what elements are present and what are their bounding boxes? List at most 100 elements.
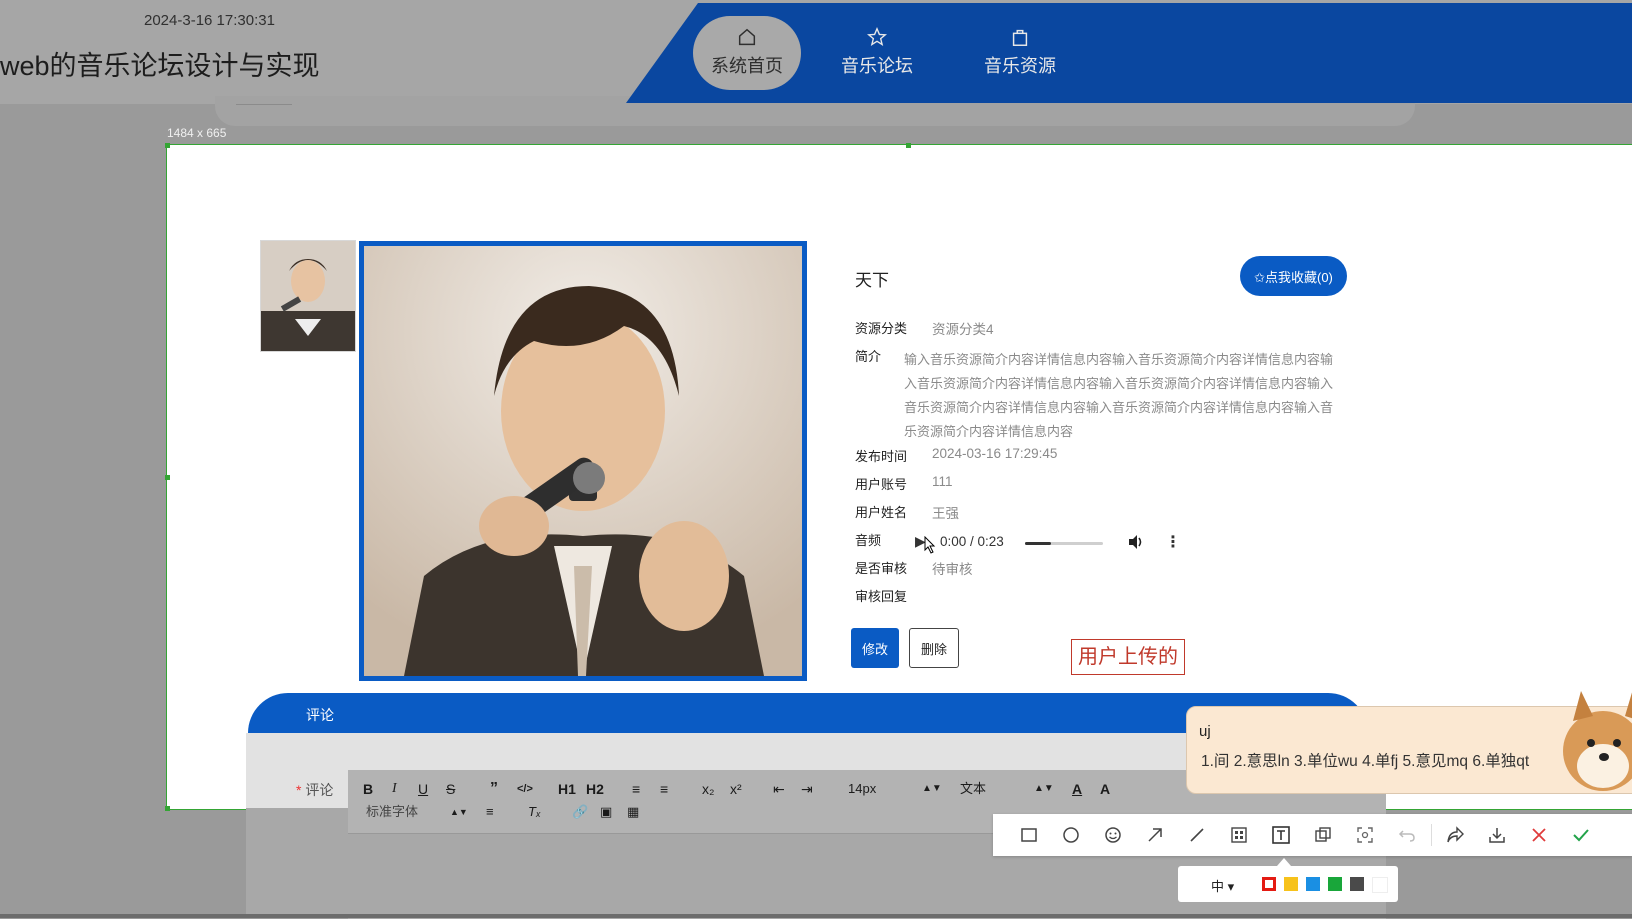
- audio-progress-fill: [1025, 542, 1051, 545]
- nav-item-resources[interactable]: 音乐资源: [966, 16, 1074, 90]
- select-arrows-icon: ▲▼: [450, 807, 468, 817]
- ime-candidates[interactable]: 1.间 2.意思ln 3.单位wu 4.单fj 5.意见mq 6.单独qt: [1201, 749, 1529, 771]
- star-icon: [866, 26, 888, 47]
- italic-icon[interactable]: I: [392, 780, 397, 798]
- resize-handle[interactable]: [165, 475, 170, 480]
- resize-handle[interactable]: [165, 143, 170, 148]
- color-swatch[interactable]: [1328, 877, 1342, 891]
- category-label: 资源分类: [855, 321, 908, 336]
- sticker-tool-icon[interactable]: [1313, 825, 1333, 845]
- ime-candidate-popup: uj 1.间 2.意思ln 3.单位wu 4.单fj 5.意见mq 6.单独qt…: [1186, 691, 1632, 794]
- publish-time-value: 2024-03-16 17:29:45: [932, 446, 1058, 461]
- publish-time-label: 发布时间: [855, 449, 908, 464]
- header-divider: [236, 104, 292, 105]
- color-swatch[interactable]: [1306, 877, 1320, 891]
- audio-progress-slider[interactable]: [1025, 542, 1103, 545]
- user-name-label: 用户姓名: [855, 505, 908, 520]
- intro-label: 简介: [855, 349, 882, 364]
- bold-icon[interactable]: B: [363, 780, 373, 798]
- review-status-label: 是否审核: [855, 561, 908, 576]
- strikethrough-icon[interactable]: S: [446, 780, 455, 798]
- delete-button[interactable]: 删除: [909, 628, 959, 668]
- indent-icon[interactable]: ⇥: [801, 780, 813, 798]
- more-options-icon[interactable]: ⋮: [1165, 532, 1181, 552]
- text-tool-icon[interactable]: [1271, 825, 1291, 845]
- align-icon[interactable]: ≡: [486, 803, 494, 821]
- user-name-value: 王强: [932, 506, 959, 521]
- underline-icon[interactable]: U: [418, 780, 428, 798]
- mosaic-tool-icon[interactable]: [1229, 825, 1249, 845]
- volume-icon[interactable]: [1127, 534, 1145, 550]
- review-status-value: 待审核: [932, 562, 973, 577]
- resize-handle[interactable]: [165, 806, 170, 811]
- code-icon[interactable]: </>: [517, 780, 533, 798]
- nav-item-forum[interactable]: 音乐论坛: [823, 16, 931, 90]
- resize-handle[interactable]: [906, 143, 911, 148]
- color-swatch[interactable]: [1350, 877, 1364, 891]
- outdent-icon[interactable]: ⇤: [773, 780, 785, 798]
- thumbnail-image[interactable]: [260, 240, 356, 352]
- link-icon[interactable]: 🔗: [572, 803, 588, 821]
- color-swatch[interactable]: [1262, 877, 1276, 891]
- image-icon[interactable]: ▣: [600, 803, 612, 821]
- subscript-icon[interactable]: x₂: [702, 780, 714, 798]
- size-select[interactable]: 中 ▾: [1211, 876, 1234, 895]
- nav-item-home[interactable]: 系统首页: [693, 16, 801, 90]
- emoji-tool-icon[interactable]: [1103, 825, 1123, 845]
- font-size-select[interactable]: 14px: [848, 780, 876, 798]
- audio-label: 音频: [855, 533, 882, 548]
- mouse-cursor-icon: [924, 536, 936, 554]
- nav-label-resources: 音乐资源: [984, 56, 1056, 76]
- confirm-check-icon[interactable]: [1571, 825, 1591, 845]
- favorite-button[interactable]: ✩点我收藏(0): [1240, 256, 1347, 296]
- intro-value: 输入音乐资源简介内容详情信息内容输入音乐资源简介内容详情信息内容输入音乐资源简介…: [904, 352, 1334, 439]
- download-icon[interactable]: [1487, 825, 1507, 845]
- background-color-icon[interactable]: A: [1100, 780, 1110, 798]
- home-icon: [738, 28, 756, 46]
- audio-time: 0:00 / 0:23: [940, 534, 1004, 549]
- close-icon[interactable]: [1529, 825, 1549, 845]
- font-family-select[interactable]: 标准字体: [366, 803, 418, 821]
- audio-player: ▶ 0:00 / 0:23 ⋮: [915, 532, 1185, 554]
- screenshot-subtoolbar: 中 ▾: [1178, 866, 1398, 902]
- shiba-dog-image: [1563, 691, 1632, 791]
- undo-icon[interactable]: [1397, 825, 1417, 845]
- clear-format-icon[interactable]: Tₓ: [528, 803, 541, 821]
- arrow-tool-icon[interactable]: [1145, 825, 1165, 845]
- block-type-select[interactable]: 文本: [960, 780, 986, 798]
- select-arrows-icon: ▲▼: [922, 783, 942, 794]
- bullet-list-icon[interactable]: ≡: [660, 780, 668, 798]
- ime-input-text: uj: [1199, 723, 1211, 740]
- font-color-icon[interactable]: A: [1072, 780, 1082, 798]
- superscript-icon[interactable]: x²: [730, 780, 742, 798]
- annotation-textbox[interactable]: 用户上传的: [1071, 639, 1185, 675]
- comment-field-label: * 评论: [296, 782, 334, 798]
- select-arrows-icon: ▲▼: [1034, 783, 1054, 794]
- subtool-pointer: [1277, 858, 1291, 866]
- screenshot-toolbar: [993, 814, 1632, 856]
- ocr-tool-icon[interactable]: [1355, 825, 1375, 845]
- video-icon[interactable]: ▦: [627, 803, 639, 821]
- ellipse-tool-icon[interactable]: [1061, 825, 1081, 845]
- edit-button[interactable]: 修改: [851, 628, 899, 668]
- color-swatch[interactable]: [1284, 877, 1298, 891]
- category-value: 资源分类4: [932, 322, 994, 337]
- blockquote-icon[interactable]: ”: [490, 780, 498, 798]
- pen-tool-icon[interactable]: [1187, 825, 1207, 845]
- share-icon[interactable]: [1445, 825, 1465, 845]
- bag-icon: [1012, 29, 1028, 46]
- nav-label-forum: 音乐论坛: [841, 56, 913, 76]
- comment-header-title: 评论: [306, 707, 334, 723]
- review-reply-label: 审核回复: [855, 589, 908, 604]
- toolbar-divider: [1431, 824, 1432, 846]
- account-label: 用户账号: [855, 477, 908, 492]
- rectangle-tool-icon[interactable]: [1019, 825, 1039, 845]
- heading2-button[interactable]: H2: [586, 780, 604, 798]
- site-title: web的音乐论坛设计与实现: [0, 51, 320, 81]
- heading1-button[interactable]: H1: [558, 780, 576, 798]
- color-swatch[interactable]: [1372, 877, 1388, 893]
- resource-title: 天下: [855, 271, 889, 290]
- nav-label-home: 系统首页: [711, 56, 783, 76]
- ordered-list-icon[interactable]: ≡: [632, 780, 640, 798]
- comment-field-label-text: 评论: [305, 782, 334, 798]
